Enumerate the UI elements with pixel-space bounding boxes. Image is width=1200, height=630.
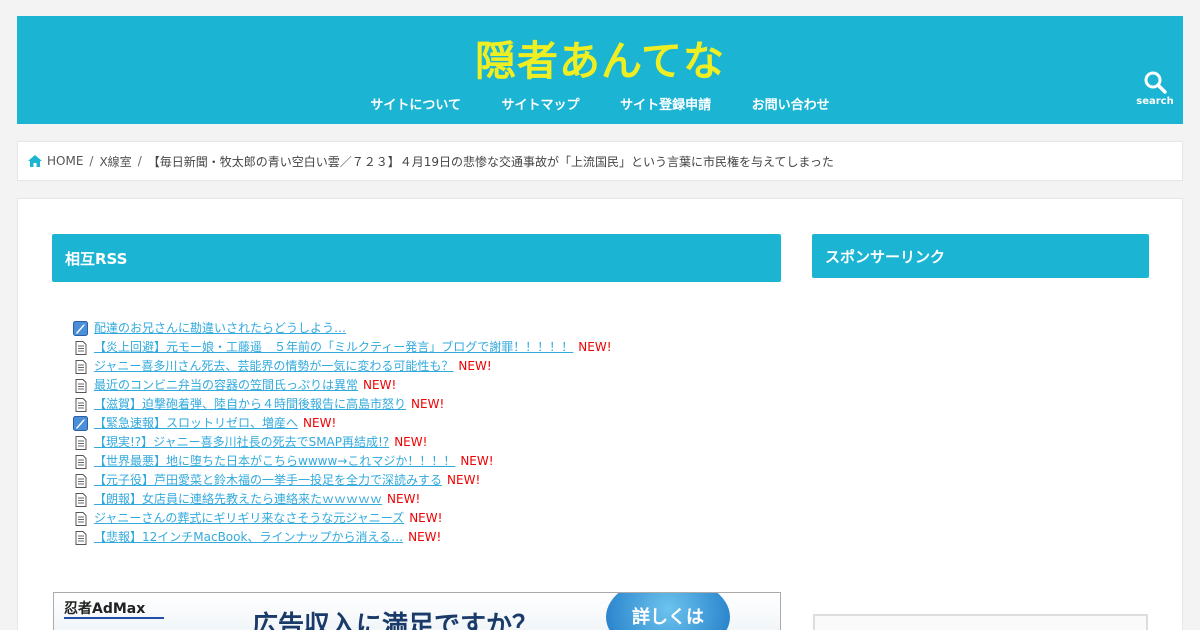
ad-cta-button[interactable]: 詳しくは: [606, 593, 730, 630]
breadcrumb: HOME / X線室 / 【毎日新聞・牧太郎の青い空白い雲／７２３】４月19日の…: [17, 141, 1183, 181]
feed-icon: [73, 416, 88, 431]
rss-widget-title: 相互RSS: [52, 234, 781, 282]
rss-list-item: ジャニー喜多川さん死去、芸能界の情勢が一気に変わる可能性も？ NEW!: [73, 357, 612, 376]
rss-item-link[interactable]: 【朗報】女店員に連絡先教えたら連絡来たｗｗｗｗｗ: [94, 490, 382, 509]
new-badge: NEW!: [363, 378, 397, 392]
ad-banner[interactable]: 忍者AdMax 広告収入に満足ですか？ 詳しくは: [53, 592, 781, 630]
page-icon: [73, 359, 88, 374]
rss-item-link[interactable]: 【悲報】12インチMacBook、ラインナップから消える…: [94, 528, 403, 547]
page-icon: [73, 473, 88, 488]
new-badge: NEW!: [387, 492, 421, 506]
rss-list-item: 【緊急速報】スロットリゼロ、増産へ NEW!: [73, 414, 612, 433]
new-badge: NEW!: [408, 530, 442, 544]
rss-item-link[interactable]: ジャニーさんの葬式にギリギリ来なさそうな元ジャニーズ: [94, 509, 404, 528]
rss-item-link[interactable]: 【炎上回避】元モー娘・工藤遥 ５年前の「ミルクティー発言」ブログで謝罪！！！！！: [94, 338, 573, 357]
ad-headline: 広告収入に満足ですか？: [252, 611, 539, 630]
search-icon: [1144, 71, 1167, 94]
sponsor-widget-title: スポンサーリンク: [812, 234, 1149, 278]
site-title[interactable]: 隠者あんてな: [17, 36, 1183, 86]
rss-item-link[interactable]: 【滋賀】迫撃砲着弾、陸自から４時間後報告に高島市怒り: [94, 395, 406, 414]
ad-cta-label: 詳しくは: [632, 607, 704, 628]
page-icon: [73, 397, 88, 412]
page-icon: [73, 435, 88, 450]
page-icon: [73, 511, 88, 526]
sidebar-search-box[interactable]: [813, 614, 1148, 630]
rss-list-item: 【世界最悪】地に堕ちた日本がこちらwwww→これマジか！！！！ NEW!: [73, 452, 612, 471]
new-badge: NEW!: [460, 454, 494, 468]
rss-item-link[interactable]: 【緊急速報】スロットリゼロ、増産へ: [94, 414, 298, 433]
breadcrumb-current: 【毎日新聞・牧太郎の青い空白い雲／７２３】４月19日の悲惨な交通事故が「上流国民…: [147, 154, 834, 169]
nav-item-sitemap[interactable]: サイトマップ: [502, 94, 580, 113]
new-badge: NEW!: [303, 416, 337, 430]
rss-item-link[interactable]: ジャニー喜多川さん死去、芸能界の情勢が一気に変わる可能性も？: [94, 357, 453, 376]
page-icon: [73, 378, 88, 393]
breadcrumb-separator: /: [89, 154, 94, 168]
breadcrumb-separator: /: [137, 154, 142, 168]
rss-item-link[interactable]: 最近のコンビニ弁当の容器の笠間氏っぷりは異常: [94, 376, 358, 395]
new-badge: NEW!: [394, 435, 428, 449]
ad-logo-text: 忍者AdMax: [64, 601, 146, 617]
rss-list-item: 配達のお兄さんに勘違いされたらどうしよう…: [73, 319, 612, 338]
page-icon: [73, 492, 88, 507]
nav-item-site-registration[interactable]: サイト登録申請: [620, 94, 711, 113]
rss-list-item: 最近のコンビニ弁当の容器の笠間氏っぷりは異常 NEW!: [73, 376, 612, 395]
new-badge: NEW!: [409, 511, 443, 525]
rss-list: 配達のお兄さんに勘違いされたらどうしよう… 【炎上回避】元モー娘・工藤遥 ５年前の…: [73, 319, 612, 547]
search-label: search: [1136, 96, 1174, 107]
main-nav: サイトについて サイトマップ サイト登録申請 お問い合わせ: [17, 94, 1183, 113]
search-button[interactable]: search: [1136, 70, 1174, 116]
rss-list-item: 【元子役】芦田愛菜と鈴木福の一挙手一投足を全力で深読みする NEW!: [73, 471, 612, 490]
new-badge: NEW!: [458, 359, 492, 373]
new-badge: NEW!: [578, 340, 612, 354]
new-badge: NEW!: [411, 397, 445, 411]
rss-list-item: ジャニーさんの葬式にギリギリ来なさそうな元ジャニーズ NEW!: [73, 509, 612, 528]
rss-item-link[interactable]: 【元子役】芦田愛菜と鈴木福の一挙手一投足を全力で深読みする: [94, 471, 442, 490]
nav-item-contact[interactable]: お問い合わせ: [752, 94, 830, 113]
rss-list-item: 【現実!?】ジャニー喜多川社長の死去でSMAP再結成!? NEW!: [73, 433, 612, 452]
breadcrumb-category-link[interactable]: X線室: [99, 153, 131, 170]
rss-list-item: 【滋賀】迫撃砲着弾、陸自から４時間後報告に高島市怒り NEW!: [73, 395, 612, 414]
new-badge: NEW!: [447, 473, 481, 487]
rss-item-link[interactable]: 【世界最悪】地に堕ちた日本がこちらwwww→これマジか！！！！: [94, 452, 455, 471]
content-area: 相互RSS スポンサーリンク 配達のお兄さんに勘違いされたらどうしよう… 【炎上回…: [17, 198, 1183, 630]
rss-list-item: 【悲報】12インチMacBook、ラインナップから消える… NEW!: [73, 528, 612, 547]
site-header: 隠者あんてな サイトについて サイトマップ サイト登録申請 お問い合わせ sea…: [17, 16, 1183, 124]
rss-list-item: 【炎上回避】元モー娘・工藤遥 ５年前の「ミルクティー発言」ブログで謝罪！！！！！…: [73, 338, 612, 357]
ad-logo-underline: [64, 617, 164, 619]
breadcrumb-home-link[interactable]: HOME: [47, 154, 83, 168]
rss-item-link[interactable]: 【現実!?】ジャニー喜多川社長の死去でSMAP再結成!?: [94, 433, 389, 452]
ad-logo: 忍者AdMax: [64, 598, 164, 619]
feed-icon: [73, 321, 88, 336]
rss-list-item: 【朗報】女店員に連絡先教えたら連絡来たｗｗｗｗｗ NEW!: [73, 490, 612, 509]
page-icon: [73, 340, 88, 355]
nav-item-about[interactable]: サイトについて: [370, 94, 461, 113]
page-icon: [73, 530, 88, 545]
rss-item-link[interactable]: 配達のお兄さんに勘違いされたらどうしよう…: [94, 319, 346, 338]
page-icon: [73, 454, 88, 469]
home-icon: [28, 155, 42, 167]
